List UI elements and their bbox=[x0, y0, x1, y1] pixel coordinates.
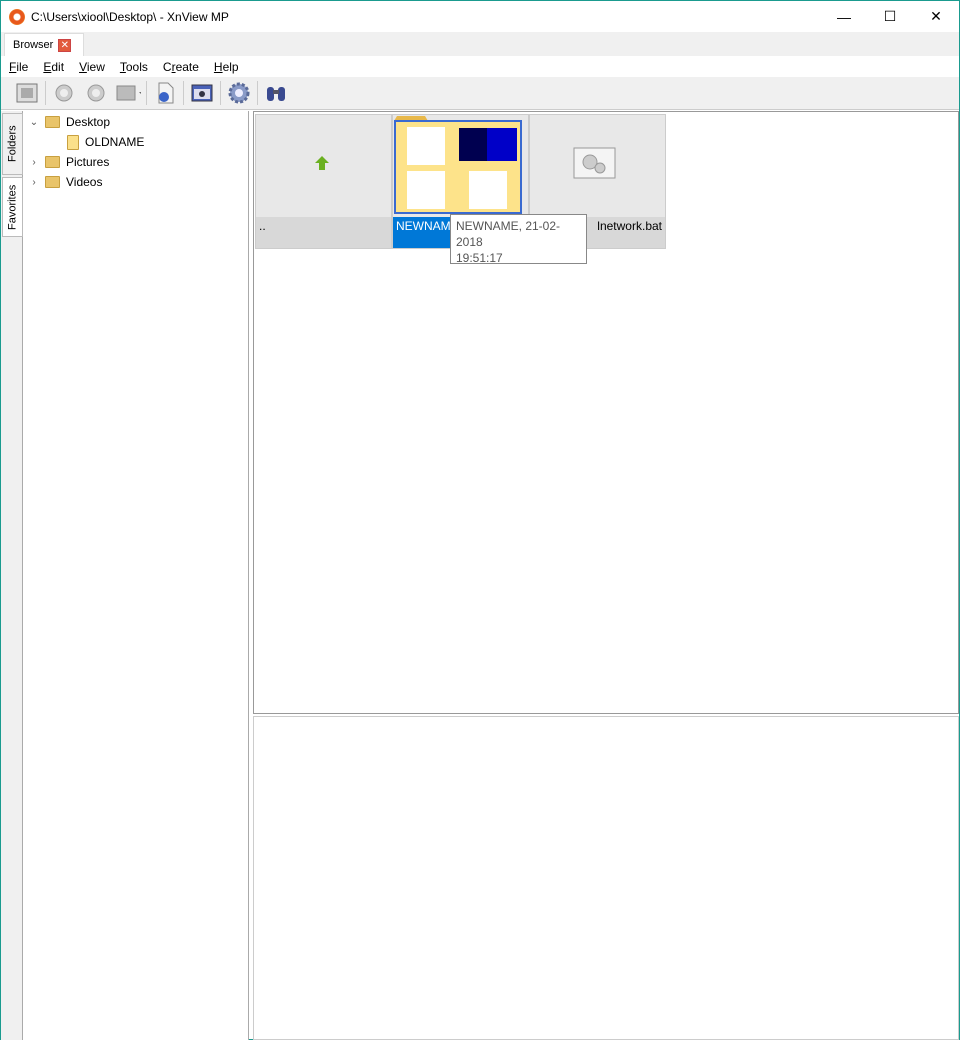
side-tab-strip: Folders Favorites bbox=[1, 111, 23, 1040]
toolbar-separator bbox=[183, 81, 184, 105]
chevron-right-icon[interactable]: › bbox=[27, 177, 41, 188]
chevron-right-icon[interactable]: › bbox=[27, 157, 41, 168]
batch-file-gears-icon bbox=[573, 147, 616, 179]
tab-folders[interactable]: Folders bbox=[2, 113, 23, 175]
preview-pane bbox=[253, 716, 959, 1040]
menu-file[interactable]: File bbox=[1, 60, 35, 74]
settings-gear-icon[interactable] bbox=[226, 80, 252, 106]
menu-create[interactable]: Create bbox=[155, 60, 206, 74]
folder-icon bbox=[45, 116, 60, 128]
thumbnail-label: .. bbox=[256, 217, 391, 248]
folder-tree: ⌄ Desktop OLDNAME › Pictures › Videos bbox=[23, 111, 249, 1040]
screenshot-capture-icon[interactable] bbox=[189, 80, 215, 106]
tooltip: NEWNAME, 21-02-2018 19:51:17 bbox=[450, 214, 587, 265]
tree-item-desktop[interactable]: ⌄ Desktop bbox=[27, 112, 110, 132]
toolbar-separator bbox=[45, 81, 46, 105]
convert-icon[interactable] bbox=[115, 80, 141, 106]
close-button[interactable]: ✕ bbox=[913, 1, 959, 32]
folder-icon bbox=[45, 156, 60, 168]
menu-bar: File Edit View Tools Create Help bbox=[1, 56, 959, 77]
tree-item-oldname[interactable]: OLDNAME bbox=[63, 132, 144, 152]
folder-thumbnail-icon bbox=[394, 116, 522, 214]
tooltip-line: NEWNAME, 21-02-2018 bbox=[456, 219, 561, 249]
tab-favorites[interactable]: Favorites bbox=[2, 177, 23, 237]
folder-icon bbox=[45, 176, 60, 188]
binoculars-icon[interactable] bbox=[263, 80, 289, 106]
tooltip-line: 19:51:17 bbox=[456, 251, 503, 265]
minimize-button[interactable]: — bbox=[821, 1, 867, 32]
up-arrow-icon bbox=[315, 156, 329, 170]
xnview-logo-icon bbox=[9, 8, 25, 25]
tree-item-videos[interactable]: › Videos bbox=[27, 172, 102, 192]
rotate-right-icon[interactable] bbox=[83, 80, 109, 106]
fullscreen-icon[interactable] bbox=[14, 80, 40, 106]
maximize-button[interactable]: ☐ bbox=[867, 1, 913, 32]
close-tab-icon[interactable]: ✕ bbox=[58, 38, 72, 52]
menu-edit[interactable]: Edit bbox=[35, 60, 71, 74]
thumbnail-browser[interactable]: .. NEWNAME lnetwork.bat bbox=[253, 111, 959, 714]
rotate-left-icon[interactable] bbox=[51, 80, 77, 106]
tab-label: Browser bbox=[13, 39, 54, 51]
toolbar-separator bbox=[257, 81, 258, 105]
toolbar bbox=[1, 77, 959, 110]
toolbar-separator bbox=[146, 81, 147, 105]
menu-view[interactable]: View bbox=[71, 60, 112, 74]
menu-help[interactable]: Help bbox=[206, 60, 246, 74]
window-title: C:\Users\xiool\Desktop\ - XnView MP bbox=[31, 9, 229, 24]
menu-tools[interactable]: Tools bbox=[112, 60, 155, 74]
info-icon[interactable] bbox=[152, 80, 178, 106]
toolbar-separator bbox=[220, 81, 221, 105]
folder-icon bbox=[67, 134, 79, 150]
thumbnail-parent-folder[interactable]: .. bbox=[255, 114, 392, 249]
tab-bar: Browser ✕ bbox=[1, 32, 959, 56]
title-bar: C:\Users\xiool\Desktop\ - XnView MP — ☐ … bbox=[1, 1, 959, 32]
chevron-down-icon[interactable]: ⌄ bbox=[27, 117, 41, 128]
tab-browser[interactable]: Browser ✕ bbox=[4, 33, 84, 56]
tree-item-pictures[interactable]: › Pictures bbox=[27, 152, 109, 172]
